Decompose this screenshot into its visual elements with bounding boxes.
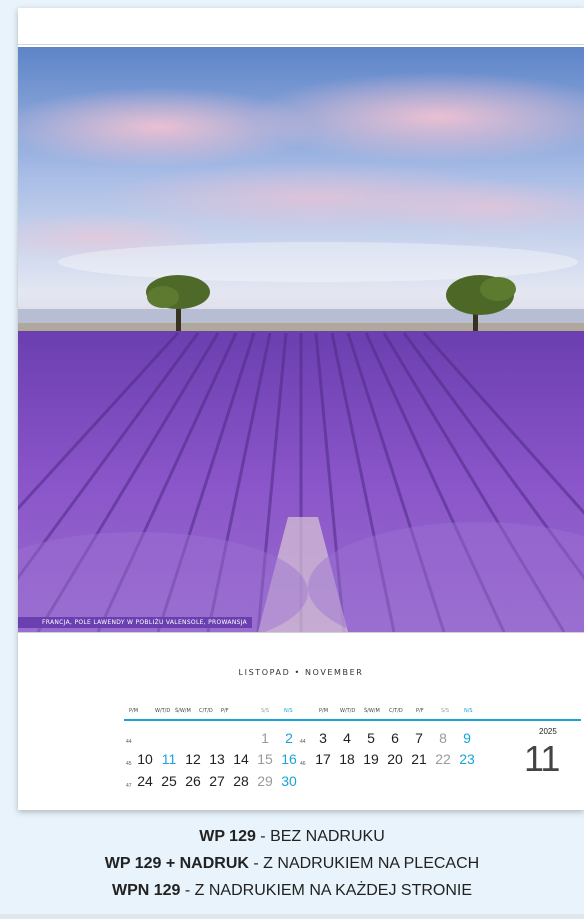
calendar-day: 6 <box>391 730 399 746</box>
calendar-card: FRANCJA, POLE LAWENDY W POBLIŻU VALENSOL… <box>18 8 584 810</box>
calendar-day: 4 <box>343 730 351 746</box>
product-code: WP 129 + NADRUK <box>104 855 249 872</box>
day-header: W/T/D <box>155 708 171 714</box>
week-number: 44 <box>300 739 306 745</box>
calendar-day: 10 <box>137 751 153 767</box>
calendar-day: 9 <box>463 730 471 746</box>
calendar-day: 2 <box>285 730 293 746</box>
day-header: N/S <box>464 708 473 714</box>
photo-caption: FRANCJA, POLE LAWENDY W POBLIŻU VALENSOL… <box>18 617 253 628</box>
calendar-day: 18 <box>339 751 355 767</box>
calendar-day: 14 <box>233 751 249 767</box>
divider <box>18 632 584 633</box>
day-header: Ś/W/M <box>175 708 191 714</box>
calendar-day: 19 <box>363 751 379 767</box>
week-number: 46 <box>300 761 306 767</box>
month-number: 11 <box>524 738 560 779</box>
calendar-day: 11 <box>161 751 177 767</box>
day-header: N/S <box>284 708 293 714</box>
day-header: C/T/D <box>389 708 403 714</box>
day-header: P/F <box>416 708 424 714</box>
product-desc: - Z NADRUKIEM NA KAŻDEJ STRONIE <box>180 882 473 899</box>
calendar-day: 20 <box>387 751 403 767</box>
calendar-day: 17 <box>315 751 331 767</box>
week-number: 45 <box>126 761 132 767</box>
calendar-day: 15 <box>257 751 273 767</box>
month-title: LISTOPAD • NOVEMBER <box>238 668 364 677</box>
week-number: 47 <box>126 783 132 789</box>
lavender-photo: FRANCJA, POLE LAWENDY W POBLIŻU VALENSOL… <box>18 47 584 632</box>
product-code: WPN 129 <box>111 882 181 899</box>
top-strip <box>18 8 584 45</box>
day-header: P/F <box>221 708 229 714</box>
calendar-day: 12 <box>185 751 201 767</box>
calendar-day: 26 <box>185 773 201 789</box>
day-header: C/T/D <box>199 708 213 714</box>
day-header: S/S <box>441 708 450 714</box>
product-code: WP 129 <box>199 828 256 845</box>
calendar-day: 22 <box>435 751 451 767</box>
calendar-day: 5 <box>367 730 375 746</box>
calendar-day: 24 <box>137 773 153 789</box>
calendar-day: 13 <box>209 751 225 767</box>
calendar-day: 21 <box>411 751 427 767</box>
day-header: Ś/W/M <box>364 708 380 714</box>
day-header: P/M <box>129 708 139 714</box>
photo-illustration <box>18 47 584 632</box>
bottom-border <box>0 914 584 919</box>
calendar-day: 3 <box>319 730 327 746</box>
product-desc: - BEZ NADRUKU <box>255 828 385 845</box>
product-line: WPN 129 - Z NADRUKIEM NA KAŻDEJ STRONIE <box>0 882 584 900</box>
week-number: 44 <box>126 739 132 745</box>
product-line: WP 129 + NADRUK - Z NADRUKIEM NA PLECACH <box>0 855 584 873</box>
calendar-day: 27 <box>209 773 225 789</box>
calendar-day: 16 <box>281 751 297 767</box>
calendar-day: 8 <box>439 730 447 746</box>
product-line: WP 129 - BEZ NADRUKU <box>0 828 584 846</box>
calendar-day: 25 <box>161 773 177 789</box>
product-desc: - Z NADRUKIEM NA PLECACH <box>248 855 480 872</box>
calendar-day: 1 <box>261 730 269 746</box>
year-label: 2025 <box>539 727 557 736</box>
day-header: W/T/D <box>340 708 356 714</box>
calendar-day: 30 <box>281 773 297 789</box>
calendar-day: 29 <box>257 773 273 789</box>
calendar-day: 23 <box>459 751 475 767</box>
header-underline <box>124 719 581 721</box>
calendar-day: 28 <box>233 773 249 789</box>
calendar-day: 7 <box>415 730 423 746</box>
day-header: S/S <box>261 708 270 714</box>
day-header: P/M <box>319 708 329 714</box>
